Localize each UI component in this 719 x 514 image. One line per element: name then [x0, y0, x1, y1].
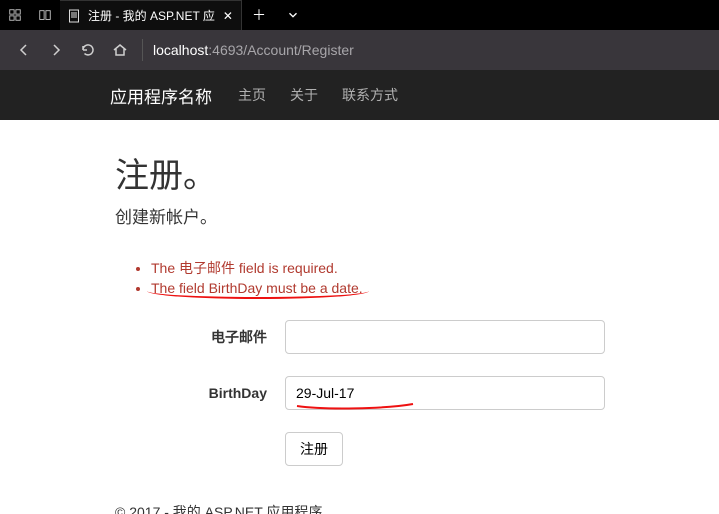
refresh-button[interactable] [72, 34, 104, 66]
browser-toolbar: localhost:4693/Account/Register [0, 30, 719, 70]
tab-title: 注册 - 我的 ASP.NET 应 [88, 7, 215, 24]
page-icon [68, 9, 82, 23]
window-titlebar: 注册 - 我的 ASP.NET 应 ✕ ＋ [0, 0, 719, 30]
toolbar-separator [142, 39, 143, 61]
page-footer: © 2017 - 我的 ASP.NET 应用程序 [115, 502, 719, 514]
form-row-email: 电子邮件 [115, 320, 719, 354]
validation-item: The 电子邮件 field is required. [151, 258, 719, 278]
birthday-label: BirthDay [115, 385, 285, 401]
close-icon[interactable]: ✕ [223, 9, 233, 23]
page-content: 注册。 创建新帐户。 The 电子邮件 field is required. T… [0, 120, 719, 514]
address-bar[interactable]: localhost:4693/Account/Register [153, 42, 354, 58]
nav-home[interactable]: 主页 [238, 85, 266, 105]
email-field[interactable] [285, 320, 605, 354]
url-path: :4693/Account/Register [208, 42, 354, 58]
url-host: localhost [153, 42, 208, 58]
browser-tab[interactable]: 注册 - 我的 ASP.NET 应 ✕ [60, 0, 242, 30]
reading-icon[interactable] [30, 8, 60, 22]
page-title: 注册。 [115, 148, 719, 197]
register-button[interactable]: 注册 [285, 432, 343, 466]
email-label: 电子邮件 [115, 327, 285, 347]
nav-about[interactable]: 关于 [290, 85, 318, 105]
forward-button[interactable] [40, 34, 72, 66]
new-tab-button[interactable]: ＋ [242, 5, 276, 25]
brand-link[interactable]: 应用程序名称 [110, 83, 212, 108]
tabs-chevron-icon[interactable] [276, 8, 310, 22]
validation-text: The field BirthDay must be a date. [151, 280, 363, 296]
hub-icon[interactable] [0, 8, 30, 22]
validation-summary: The 电子邮件 field is required. The field Bi… [139, 258, 719, 296]
form-row-birthday: BirthDay [115, 376, 719, 410]
site-navbar: 应用程序名称 主页 关于 联系方式 [0, 70, 719, 120]
back-button[interactable] [8, 34, 40, 66]
home-button[interactable] [104, 34, 136, 66]
validation-item: The field BirthDay must be a date. [151, 280, 719, 296]
birthday-field[interactable] [285, 376, 605, 410]
nav-contact[interactable]: 联系方式 [342, 85, 398, 105]
page-subtitle: 创建新帐户。 [115, 203, 719, 228]
